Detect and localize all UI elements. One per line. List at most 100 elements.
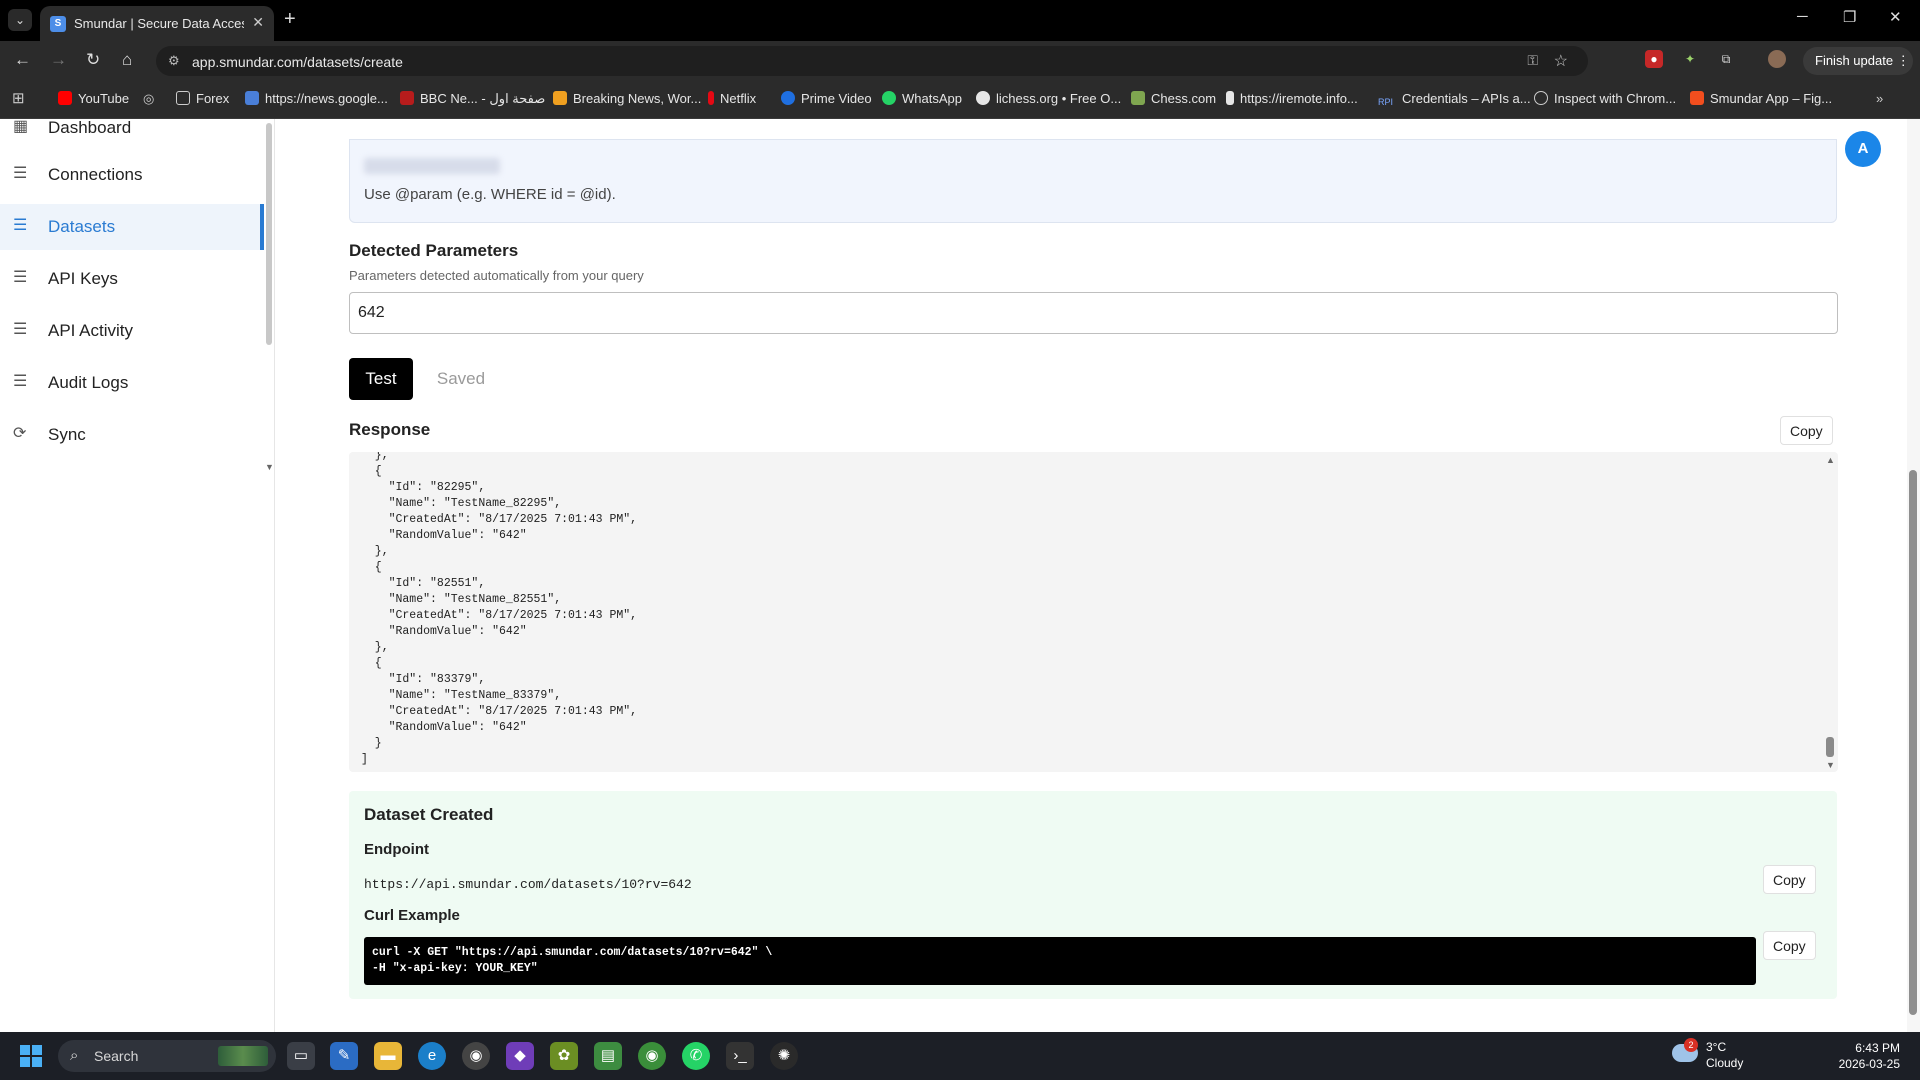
bookmark-breaking-news[interactable]: Breaking News, Wor... — [553, 91, 701, 106]
test-button[interactable]: Test — [349, 358, 413, 400]
copy-response-button[interactable]: Copy — [1780, 416, 1833, 445]
chatgpt-icon[interactable]: ✺ — [770, 1042, 798, 1070]
password-key-icon[interactable]: ⚿ — [1527, 52, 1538, 69]
copy-endpoint-button[interactable]: Copy — [1763, 865, 1816, 894]
endpoint-url: https://api.smundar.com/datasets/10?rv=6… — [364, 877, 692, 892]
bookmark-bbc[interactable]: BBC Ne... - صفحة اول — [400, 91, 545, 107]
user-avatar[interactable]: A — [1845, 131, 1881, 167]
bookmark-smundar-figma[interactable]: Smundar App – Fig... — [1690, 91, 1832, 106]
detected-parameters-title: Detected Parameters — [349, 241, 519, 260]
site-info-icon[interactable]: ⚙ — [168, 53, 180, 69]
whatsapp-taskbar-icon[interactable]: ✆ — [682, 1042, 710, 1070]
more-bookmarks-icon[interactable]: » — [1876, 91, 1883, 106]
search-highlight-image — [218, 1046, 268, 1066]
scroll-down-arrow-icon[interactable]: ▼ — [265, 462, 274, 472]
bookmark-label: Inspect with Chrom... — [1554, 91, 1677, 106]
list-icon: ☰ — [13, 373, 28, 390]
bookmark-youtube[interactable]: YouTube — [58, 91, 129, 106]
sidebar-item-api-keys[interactable]: ☰ API Keys — [0, 256, 264, 302]
response-body[interactable]: }, { "Id": "82295", "Name": "TestName_82… — [349, 452, 1838, 772]
menu-dots-icon: ⋮ — [1896, 53, 1910, 68]
bookmark-google-news[interactable]: https://news.google... — [245, 91, 388, 106]
taskbar-clock[interactable]: 6:43 PM 2026-03-25 — [1839, 1040, 1900, 1072]
google-news-icon — [245, 91, 259, 105]
response-scrollbar-thumb[interactable] — [1826, 737, 1834, 757]
sidebar-item-audit-logs[interactable]: ☰ Audit Logs — [0, 360, 264, 406]
sidebar-item-label: Audit Logs — [48, 373, 129, 392]
forward-icon[interactable]: → — [50, 50, 67, 70]
reload-icon[interactable]: ↻ — [86, 50, 100, 70]
scroll-up-arrow-icon[interactable]: ▲ — [1826, 455, 1835, 465]
back-icon[interactable]: ← — [14, 50, 31, 70]
copy-curl-button[interactable]: Copy — [1763, 931, 1816, 960]
bookmark-lichess[interactable]: lichess.org • Free O... — [976, 91, 1121, 106]
edge-icon[interactable]: e — [418, 1042, 446, 1070]
minimize-icon[interactable]: ─ — [1797, 8, 1808, 25]
sidebar-item-dashboard[interactable]: ▦ Dashboard — [0, 105, 264, 151]
sidebar-scrollbar[interactable] — [266, 123, 272, 345]
taskbar-search[interactable]: ⌕ Search — [58, 1040, 276, 1072]
bookmark-label: Smundar App – Fig... — [1710, 91, 1833, 106]
bookmark-chess[interactable]: Chess.com — [1131, 91, 1216, 106]
windows-start-icon[interactable] — [20, 1045, 42, 1067]
bbc-icon — [400, 91, 414, 105]
smundar-favicon-icon: S — [50, 16, 66, 32]
sidebar-item-label: Datasets — [48, 217, 116, 236]
chrome-profile-icon[interactable]: ◉ — [638, 1042, 666, 1070]
sidebar-item-connections[interactable]: ☰ Connections — [0, 152, 264, 198]
extensions-icon[interactable]: ⧉ — [1717, 50, 1735, 68]
page-scrollbar-thumb[interactable] — [1909, 470, 1917, 1015]
bookmark-whatsapp[interactable]: WhatsApp — [882, 91, 962, 106]
url-text[interactable]: app.smundar.com/datasets/create — [192, 54, 403, 70]
bookmark-forex[interactable]: Forex — [176, 91, 229, 106]
new-tab-icon[interactable]: + — [284, 8, 296, 30]
browser-toolbar: ← → ↻ ⌂ ⚙ app.smundar.com/datasets/creat… — [0, 41, 1920, 81]
bookmark-netflix[interactable]: Netflix — [708, 91, 756, 106]
notepad-icon[interactable]: ✎ — [330, 1042, 358, 1070]
bookmark-inspect[interactable]: Inspect with Chrom... — [1534, 91, 1676, 106]
sidebar-item-api-activity[interactable]: ☰ API Activity — [0, 308, 264, 354]
bookmark-label: lichess.org • Free O... — [996, 91, 1122, 106]
home-icon[interactable]: ⌂ — [122, 50, 132, 70]
file-explorer-icon[interactable]: ▬ — [374, 1042, 402, 1070]
task-view-icon[interactable]: ▭ — [287, 1042, 315, 1070]
bookmark-credentials[interactable]: RPI Credentials – APIs a... — [1378, 91, 1531, 111]
profile-avatar-icon[interactable] — [1768, 50, 1786, 68]
visual-studio-icon[interactable]: ◆ — [506, 1042, 534, 1070]
bookmark-label: YouTube — [78, 91, 130, 106]
bookmark-label: Netflix — [720, 91, 757, 106]
query-hint: Use @param (e.g. WHERE id = @id). — [364, 186, 616, 203]
close-tab-icon[interactable]: ✕ — [252, 14, 264, 31]
parameter-value-input[interactable] — [349, 292, 1838, 334]
chrome-icon[interactable]: ◉ — [462, 1042, 490, 1070]
address-bar[interactable]: ⚙ app.smundar.com/datasets/create ⚿ ☆ — [156, 46, 1588, 76]
spreadsheet-icon[interactable]: ▤ — [594, 1042, 622, 1070]
scroll-down-arrow-icon[interactable]: ▼ — [1826, 760, 1835, 770]
extension-red-icon[interactable]: ● — [1645, 50, 1663, 68]
terminal-icon[interactable]: ›_ — [726, 1042, 754, 1070]
sidebar-item-datasets[interactable]: ☰ Datasets — [0, 204, 264, 250]
restore-icon[interactable]: ❐ — [1843, 8, 1856, 26]
news-icon — [553, 91, 567, 105]
extension-puzzle-color-icon[interactable]: ✦ — [1681, 50, 1699, 68]
chess-icon — [1131, 91, 1145, 105]
bookmark-prime-video[interactable]: Prime Video — [781, 91, 872, 106]
bookmark-iremote[interactable]: https://iremote.info... — [1226, 91, 1358, 106]
close-window-icon[interactable]: ✕ — [1889, 8, 1902, 26]
windows-taskbar: ⌕ Search ▭ ✎ ▬ e ◉ ◆ ✿ ▤ ◉ ✆ ›_ ✺ 2 3°C … — [0, 1032, 1920, 1080]
bookmark-label: https://news.google... — [265, 91, 388, 106]
response-title: Response — [349, 420, 431, 439]
browser-tab[interactable]: S Smundar | Secure Data Access ✕ — [40, 6, 274, 41]
paint-icon[interactable]: ✿ — [550, 1042, 578, 1070]
tab-search-menu-icon[interactable]: ⌄ — [8, 9, 32, 31]
finish-update-button[interactable]: Finish update ⋮ — [1803, 47, 1913, 75]
list-icon: ☰ — [13, 269, 28, 286]
sidebar-item-sync[interactable]: ⟳ Sync — [0, 412, 264, 458]
blurred-label — [364, 158, 500, 174]
bookmark-label: https://iremote.info... — [1240, 91, 1358, 106]
weather-temp: 3°C — [1706, 1040, 1727, 1054]
sync-icon: ⟳ — [13, 425, 27, 442]
bookmark-star-icon[interactable]: ☆ — [1554, 51, 1568, 71]
saved-button[interactable]: Saved — [421, 358, 501, 400]
bookmark-label: Prime Video — [801, 91, 872, 106]
